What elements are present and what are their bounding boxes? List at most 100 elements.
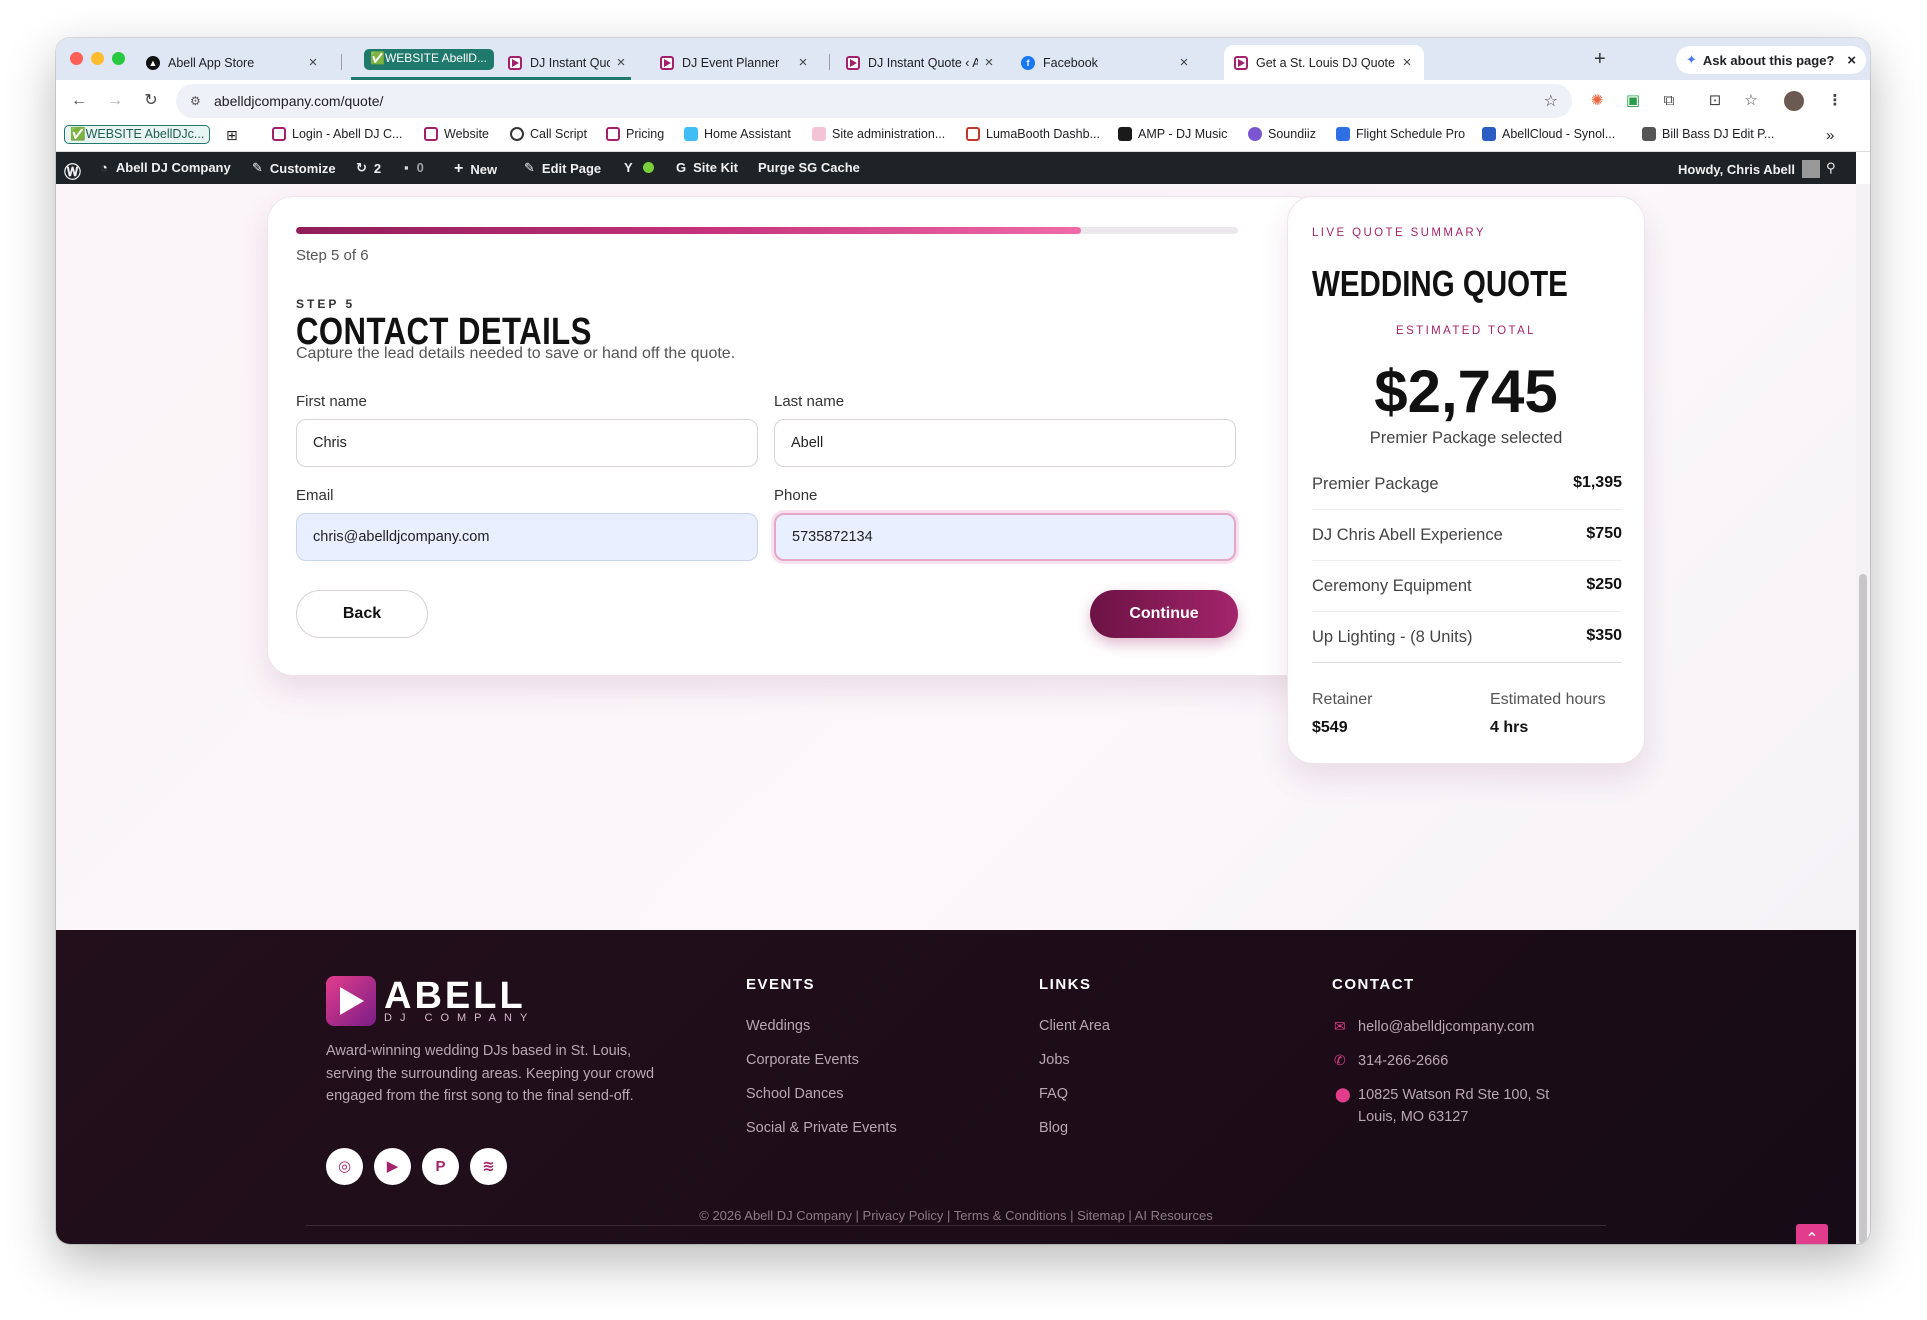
tab-get-quote-active[interactable]: Get a St. Louis DJ Quote | × bbox=[1224, 45, 1424, 80]
wp-updates[interactable]: ↻ 2 bbox=[356, 160, 381, 176]
tab-abell-app-store[interactable]: ▲ Abell App Store × bbox=[136, 45, 330, 80]
bookmark-login[interactable]: Login - Abell DJ C... bbox=[272, 127, 402, 141]
close-window-button[interactable] bbox=[70, 52, 83, 65]
tab-title: DJ Instant Quote ‹ Abell D bbox=[530, 55, 610, 70]
hours-label: Estimated hours bbox=[1490, 691, 1606, 708]
email-field[interactable]: chris@abelldjcompany.com bbox=[296, 513, 758, 561]
wp-customize-label: Customize bbox=[269, 160, 336, 176]
bookmark-website[interactable]: Website bbox=[424, 127, 489, 141]
first-name-field[interactable]: Chris bbox=[296, 419, 758, 467]
reload-icon[interactable]: ↻ bbox=[140, 90, 162, 112]
wp-comments[interactable]: ▪ 0 bbox=[404, 160, 424, 175]
scrollbar-thumb[interactable] bbox=[1859, 574, 1867, 1244]
youtube-icon[interactable]: ▶ bbox=[374, 1148, 411, 1185]
bookmark-group-website[interactable]: ✅WEBSITE AbellDJc... bbox=[64, 125, 211, 144]
profile-avatar[interactable] bbox=[1784, 91, 1804, 111]
apps-grid-icon[interactable]: ⊞ bbox=[226, 127, 238, 144]
close-icon[interactable]: × bbox=[1847, 52, 1856, 69]
close-tab-icon[interactable]: × bbox=[796, 54, 810, 71]
site-info-icon[interactable]: ⚙ bbox=[190, 94, 214, 108]
tab-group-label[interactable]: ✅WEBSITE AbellD... bbox=[364, 49, 494, 70]
reading-list-icon[interactable]: ☆ bbox=[1740, 90, 1762, 112]
wp-site-label: Abell DJ Company bbox=[115, 160, 231, 175]
instagram-icon[interactable]: ◎ bbox=[326, 1148, 363, 1185]
line-item: Ceremony Equipment $250 bbox=[1312, 561, 1622, 612]
close-tab-icon[interactable]: × bbox=[1400, 54, 1414, 71]
tab-separator bbox=[341, 54, 342, 70]
bookmark-amp-dj-music[interactable]: AMP - DJ Music bbox=[1118, 127, 1227, 141]
footer-link-jobs[interactable]: Jobs bbox=[1039, 1052, 1070, 1068]
back-arrow-icon[interactable]: ← bbox=[68, 90, 90, 112]
more-bookmarks-button[interactable]: » bbox=[1826, 127, 1834, 144]
extension-robot-icon[interactable]: ▣ bbox=[1622, 90, 1644, 112]
extensions-puzzle-icon[interactable]: ⧉ bbox=[1658, 90, 1680, 112]
arrow-up-icon[interactable]: ⌃ bbox=[1796, 1224, 1828, 1244]
forward-arrow-icon[interactable]: → bbox=[104, 90, 126, 112]
footer-link-school-dances[interactable]: School Dances bbox=[746, 1086, 844, 1102]
bookmark-bill-bass[interactable]: Bill Bass DJ Edit P... bbox=[1642, 127, 1774, 141]
bookmark-label: Flight Schedule Pro bbox=[1356, 127, 1466, 141]
bookmark-lumabooth[interactable]: LumaBooth Dashb... bbox=[966, 127, 1100, 141]
ask-about-page-button[interactable]: ✦ Ask about this page? × bbox=[1676, 46, 1866, 74]
wordpress-icon[interactable]: Ⓦ bbox=[64, 158, 81, 183]
minimize-window-button[interactable] bbox=[91, 52, 104, 65]
footer-link-faq[interactable]: FAQ bbox=[1039, 1086, 1068, 1102]
close-tab-icon[interactable]: × bbox=[982, 54, 996, 71]
footer-link-corporate[interactable]: Corporate Events bbox=[746, 1052, 859, 1068]
bookmark-pricing[interactable]: Pricing bbox=[606, 127, 664, 141]
wp-site-kit[interactable]: G Site Kit bbox=[676, 160, 738, 175]
tab-dj-instant-quote-2[interactable]: DJ Instant Quote ‹ Abell D × bbox=[836, 45, 1006, 80]
spotify-icon[interactable]: ≋ bbox=[470, 1148, 507, 1185]
browser-menu-icon[interactable]: ⋮ bbox=[1824, 90, 1846, 112]
maximize-window-button[interactable] bbox=[112, 52, 125, 65]
footer-link-blog[interactable]: Blog bbox=[1039, 1120, 1068, 1136]
wp-new[interactable]: + New bbox=[454, 160, 497, 178]
bookmark-soundiiz[interactable]: Soundiiz bbox=[1248, 127, 1316, 141]
bookmark-star-icon[interactable]: ☆ bbox=[1544, 91, 1558, 111]
footer-email[interactable]: hello@abelldjcompany.com bbox=[1358, 1016, 1534, 1038]
line-item-price: $750 bbox=[1586, 525, 1622, 542]
bookmark-home-assistant[interactable]: Home Assistant bbox=[684, 127, 791, 141]
back-button[interactable]: Back bbox=[296, 590, 428, 638]
tab-dj-event-planner[interactable]: DJ Event Planner × bbox=[650, 45, 820, 80]
search-icon[interactable]: ⚲ bbox=[1826, 160, 1836, 176]
close-tab-icon[interactable]: × bbox=[1177, 54, 1191, 71]
phone-field[interactable]: 5735872134 bbox=[774, 513, 1236, 561]
bookmark-abellcloud[interactable]: AbellCloud - Synol... bbox=[1482, 127, 1615, 141]
abell-logo[interactable]: ABELL DJ COMPANY bbox=[326, 976, 535, 1026]
tab-search-icon[interactable]: ⊡ bbox=[1704, 90, 1726, 112]
bookmark-call-script[interactable]: Call Script bbox=[510, 127, 587, 141]
wp-howdy[interactable]: Howdy, Chris Abell bbox=[1678, 160, 1821, 178]
close-tab-icon[interactable]: × bbox=[306, 54, 320, 71]
new-tab-button[interactable]: + bbox=[1594, 48, 1606, 71]
pencil-icon: ✎ bbox=[524, 160, 535, 175]
footer-phone[interactable]: 314-266-2666 bbox=[1358, 1050, 1448, 1072]
bookmark-flight-schedule[interactable]: Flight Schedule Pro bbox=[1336, 127, 1465, 141]
continue-button[interactable]: Continue bbox=[1090, 590, 1238, 638]
footer-link-weddings[interactable]: Weddings bbox=[746, 1018, 810, 1034]
page-content: Step 5 of 6 STEP 5 CONTACT DETAILS Captu… bbox=[56, 184, 1856, 930]
pinterest-icon[interactable]: P bbox=[422, 1148, 459, 1185]
wp-purge-cache[interactable]: Purge SG Cache bbox=[758, 160, 860, 175]
yoast-seo[interactable]: Y bbox=[624, 160, 654, 175]
bookmark-label: Site administration... bbox=[832, 127, 946, 141]
bookmark-label: AMP - DJ Music bbox=[1138, 127, 1228, 141]
bookmark-label: Soundiiz bbox=[1268, 127, 1316, 141]
footer-link-client-area[interactable]: Client Area bbox=[1039, 1018, 1110, 1034]
bookmarks-bar: ✅WEBSITE AbellDJc... ⊞ Login - Abell DJ … bbox=[56, 120, 1870, 152]
wp-site-name[interactable]: ◔ Abell DJ Company bbox=[100, 160, 231, 175]
tab-facebook[interactable]: f Facebook × bbox=[1011, 45, 1201, 80]
tab-dj-instant-quote-1[interactable]: DJ Instant Quote ‹ Abell D × bbox=[498, 45, 638, 80]
bookmark-site-admin[interactable]: Site administration... bbox=[812, 127, 945, 141]
wp-edit-page[interactable]: ✎ Edit Page bbox=[524, 160, 601, 176]
abell-dj-icon bbox=[846, 55, 860, 70]
footer-copyright: © 2026 Abell DJ Company | Privacy Policy… bbox=[699, 1208, 1213, 1223]
footer-link-social[interactable]: Social & Private Events bbox=[746, 1120, 897, 1136]
footer-contact-heading: CONTACT bbox=[1332, 976, 1415, 993]
claude-extension-icon[interactable]: ✺ bbox=[1586, 90, 1608, 112]
wp-customize[interactable]: ✎ Customize bbox=[252, 160, 336, 176]
wp-edit-label: Edit Page bbox=[541, 160, 602, 176]
close-tab-icon[interactable]: × bbox=[614, 54, 628, 71]
last-name-field[interactable]: Abell bbox=[774, 419, 1236, 467]
address-bar[interactable]: ⚙ abelldjcompany.com/quote/ ☆ bbox=[176, 84, 1572, 118]
